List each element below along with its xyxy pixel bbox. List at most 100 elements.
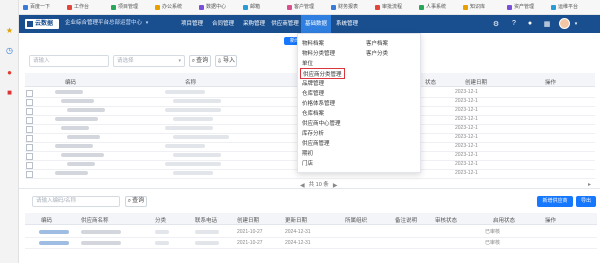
bookmark-item[interactable]: 邮箱	[243, 3, 260, 12]
export-button[interactable]: 导出	[576, 196, 596, 207]
bookmark-item[interactable]: 知识库	[463, 3, 485, 12]
row-checkbox[interactable]	[26, 126, 33, 133]
bookmark-favicon-icon	[199, 5, 204, 10]
nav-item[interactable]: 基础数据	[301, 15, 331, 33]
row-checkbox[interactable]	[26, 171, 33, 178]
cell-date: 2023-12-1	[455, 98, 478, 104]
cell-category	[155, 241, 169, 245]
bookmark-favicon-icon	[287, 5, 292, 10]
tenant-selector[interactable]: 总部运营中心	[109, 20, 142, 27]
bookmark-item[interactable]: 资产管理	[507, 3, 534, 12]
col-header: 所属组织	[345, 218, 368, 224]
bookmark-item[interactable]: 人事系统	[419, 3, 446, 12]
bell-icon[interactable]: ●	[526, 19, 534, 28]
cell-status: 已审核	[485, 229, 501, 235]
bookmark-item[interactable]: 百度一下	[23, 3, 50, 12]
cell-name	[165, 144, 205, 148]
bookmark-item[interactable]: 审批流程	[375, 3, 402, 12]
grid-icon[interactable]: ▦	[543, 19, 551, 28]
lower-search-input[interactable]: 请输入编码/名称	[32, 196, 120, 207]
bookmark-favicon-icon	[507, 5, 512, 10]
scroll-right-arrow-icon[interactable]: ▸	[588, 181, 591, 188]
menu-item[interactable]: 门店	[302, 158, 313, 167]
row-checkbox[interactable]	[26, 135, 33, 142]
bookmark-item[interactable]: 办公系统	[155, 3, 182, 12]
menu-item[interactable]: 供应商管理	[302, 138, 330, 147]
row-checkbox[interactable]	[26, 117, 33, 124]
bookmark-item[interactable]: 数据中心	[199, 3, 226, 12]
cell-code-link[interactable]	[39, 241, 69, 245]
bookmark-favicon-icon	[551, 5, 556, 10]
add-supplier-button[interactable]: 新增供应商	[537, 196, 573, 207]
cell-date: 2023-12-1	[455, 89, 478, 95]
settings-icon[interactable]: ⚙	[492, 19, 500, 28]
menu-item[interactable]: 仓库档案	[302, 108, 324, 117]
filter-field-2[interactable]: 请选择 ▾	[113, 55, 185, 67]
bookmark-item[interactable]: 工作台	[67, 3, 89, 12]
row-checkbox[interactable]	[26, 108, 33, 115]
menu-item[interactable]: 单位	[302, 58, 313, 67]
lower-search-button[interactable]: ⌕ 查询	[125, 196, 147, 207]
menu-item[interactable]: 客户档案	[366, 38, 388, 47]
chevron-down-icon[interactable]: ▾	[144, 19, 150, 27]
menu-item[interactable]: 物料档案	[302, 38, 324, 47]
row-checkbox[interactable]	[26, 99, 33, 106]
cell-code	[55, 171, 88, 175]
bookmark-item[interactable]: 运维平台	[551, 3, 578, 12]
avatar[interactable]	[559, 18, 570, 29]
menu-item[interactable]: 客户分类	[366, 48, 388, 57]
row-checkbox[interactable]	[26, 162, 33, 169]
cell-date: 2023-12-1	[455, 152, 478, 158]
bookmark-item[interactable]: 项目管理	[111, 3, 138, 12]
cell-name	[173, 153, 221, 157]
menu-item[interactable]: 期初	[302, 148, 313, 157]
nav-item[interactable]: 项目管理	[177, 15, 207, 33]
menu-item[interactable]: 供应商中心管理	[302, 118, 341, 127]
bookmark-favicon-icon	[155, 5, 160, 10]
nav-item[interactable]: 合同管理	[208, 15, 238, 33]
import-button[interactable]: ⇩ 导入	[215, 55, 237, 67]
col-header: 创建日期	[237, 218, 260, 224]
star-icon[interactable]: ★	[5, 26, 14, 35]
nav-item[interactable]: 供应商管理	[270, 15, 300, 33]
filter-field-1[interactable]: 请输入	[29, 55, 109, 67]
menu-item[interactable]: 仓库管理	[302, 88, 324, 97]
menu-item[interactable]: 物料分类管理	[302, 48, 335, 57]
system-subtitle: 企业综合管理平台	[65, 20, 110, 26]
table-row[interactable]: 2021-10-27 2024-12-31 已审核	[25, 238, 597, 249]
user-menu-chevron-icon[interactable]: ▾	[573, 19, 579, 28]
col-header: 名称	[185, 80, 197, 86]
cell-code	[61, 153, 104, 157]
chevron-down-icon: ▾	[178, 58, 181, 64]
cell-code	[67, 162, 95, 166]
row-checkbox[interactable]	[26, 144, 33, 151]
bookmark-favicon-icon	[463, 5, 468, 10]
cell-name	[165, 126, 213, 130]
cell-created: 2021-10-27	[237, 229, 263, 235]
col-header: 编码	[65, 80, 77, 86]
menu-item[interactable]: 品牌管理	[302, 78, 324, 87]
nav-item[interactable]: 系统管理	[332, 15, 362, 33]
brand-logo[interactable]: 云数据	[25, 19, 59, 29]
bookmark-item[interactable]: 财务报表	[331, 3, 358, 12]
search-button[interactable]: ⌕ 查询	[189, 55, 211, 67]
cell-name	[173, 135, 229, 139]
table-row[interactable]: 2021-10-27 2024-12-31 已审核	[25, 227, 597, 238]
help-icon[interactable]: ?	[510, 19, 518, 28]
bookmark-favicon-icon	[23, 5, 28, 10]
cell-updated: 2024-12-31	[285, 229, 311, 235]
col-header: 备注说明	[395, 218, 418, 224]
bookmark-favicon-icon	[375, 5, 380, 10]
col-header: 分类	[155, 218, 167, 224]
row-checkbox[interactable]	[26, 90, 33, 97]
cell-code-link[interactable]	[39, 230, 69, 234]
history-icon[interactable]: ◷	[5, 46, 14, 55]
cell-phone	[195, 230, 219, 234]
brand-name: 云数据	[35, 20, 54, 27]
bookmark-favicon-icon	[67, 5, 72, 10]
menu-item[interactable]: 价格体系管理	[302, 98, 335, 107]
nav-item[interactable]: 采购管理	[239, 15, 269, 33]
menu-item[interactable]: 库存分析	[302, 128, 324, 137]
row-checkbox[interactable]	[26, 153, 33, 160]
bookmark-item[interactable]: 客户管理	[287, 3, 314, 12]
